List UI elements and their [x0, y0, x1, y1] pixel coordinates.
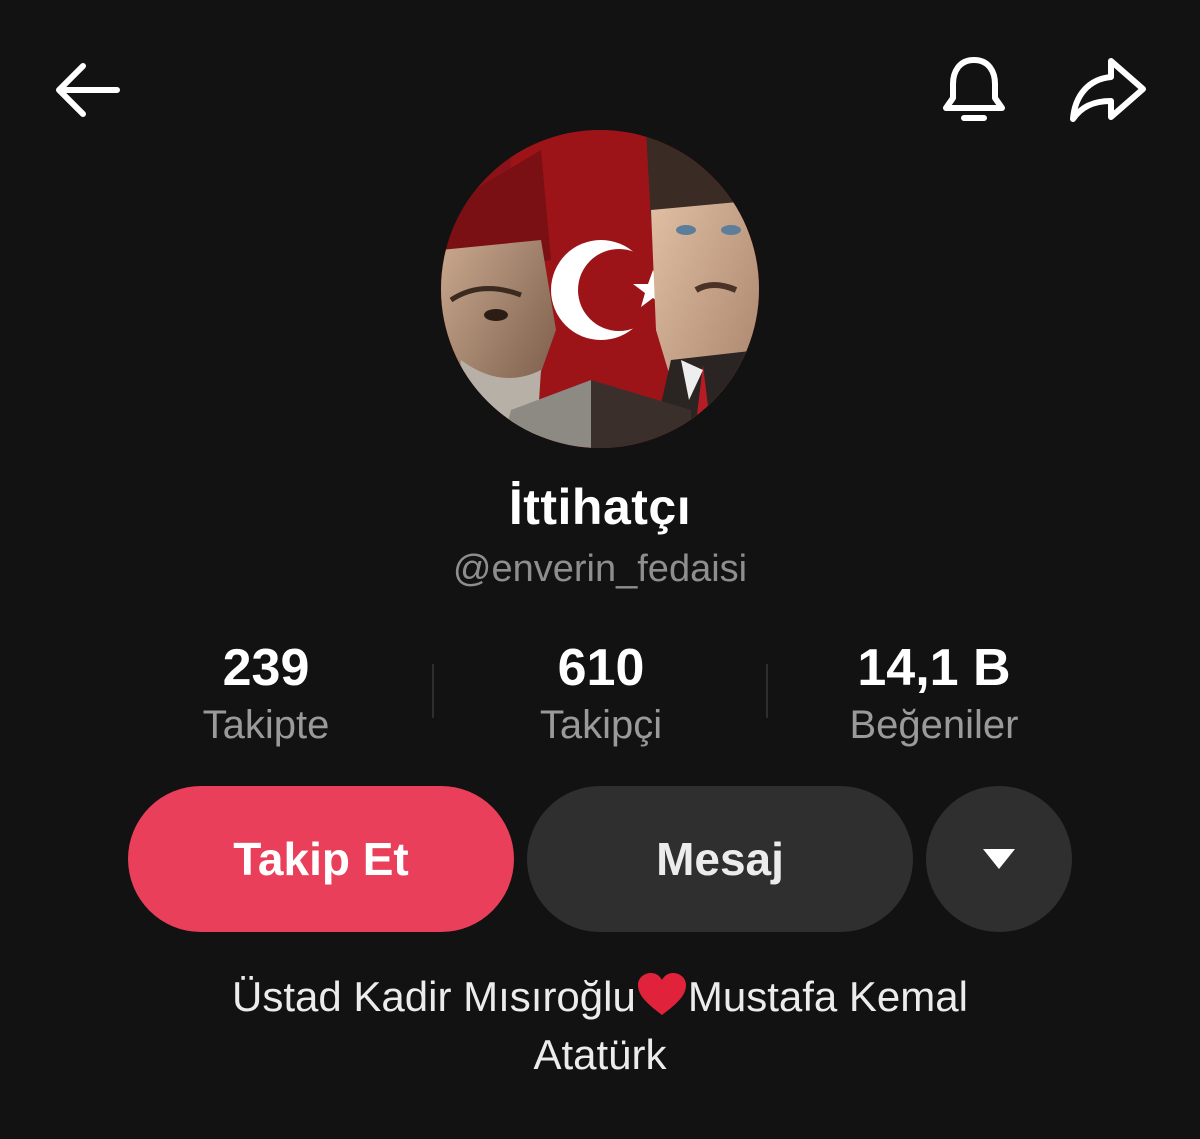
stat-following[interactable]: 239 Takipte [101, 636, 431, 750]
profile-screen: İttihatçı @enverin_fedaisi 239 Takipte 6… [0, 0, 1200, 1139]
bio: Üstad Kadir Mısıroğlu Mustafa Kemal Atatü… [150, 968, 1050, 1084]
username: @enverin_fedaisi [452, 548, 748, 590]
notification-bell-button[interactable] [934, 50, 1014, 130]
caret-down-icon [983, 849, 1015, 869]
bell-icon [943, 57, 1005, 121]
bio-text: Atatürk [533, 1031, 667, 1078]
stat-label: Beğeniler [849, 703, 1019, 747]
stat-value: 610 [557, 639, 645, 697]
stat-value: 14,1 B [857, 639, 1011, 697]
stat-value: 239 [222, 639, 310, 697]
follow-button[interactable]: Takip Et [128, 786, 514, 932]
share-button[interactable] [1062, 50, 1152, 130]
bio-text: Üstad Kadir Mısıroğlu [232, 973, 636, 1020]
arrow-left-icon [56, 63, 120, 117]
heart-icon [637, 973, 686, 1015]
stat-label: Takipte [202, 703, 330, 747]
divider [766, 664, 768, 718]
avatar-image [441, 130, 759, 448]
share-arrow-icon [1070, 58, 1146, 122]
bio-text: Mustafa Kemal [687, 973, 968, 1020]
stat-followers[interactable]: 610 Takipçi [436, 636, 766, 750]
display-name: İttihatçı [508, 479, 692, 535]
back-button[interactable] [44, 52, 128, 128]
message-button[interactable]: Mesaj [527, 786, 913, 932]
more-options-button[interactable] [926, 786, 1072, 932]
stat-likes[interactable]: 14,1 B Beğeniler [769, 636, 1099, 750]
divider [432, 664, 434, 718]
stat-label: Takipçi [539, 703, 663, 747]
avatar[interactable] [441, 130, 759, 448]
